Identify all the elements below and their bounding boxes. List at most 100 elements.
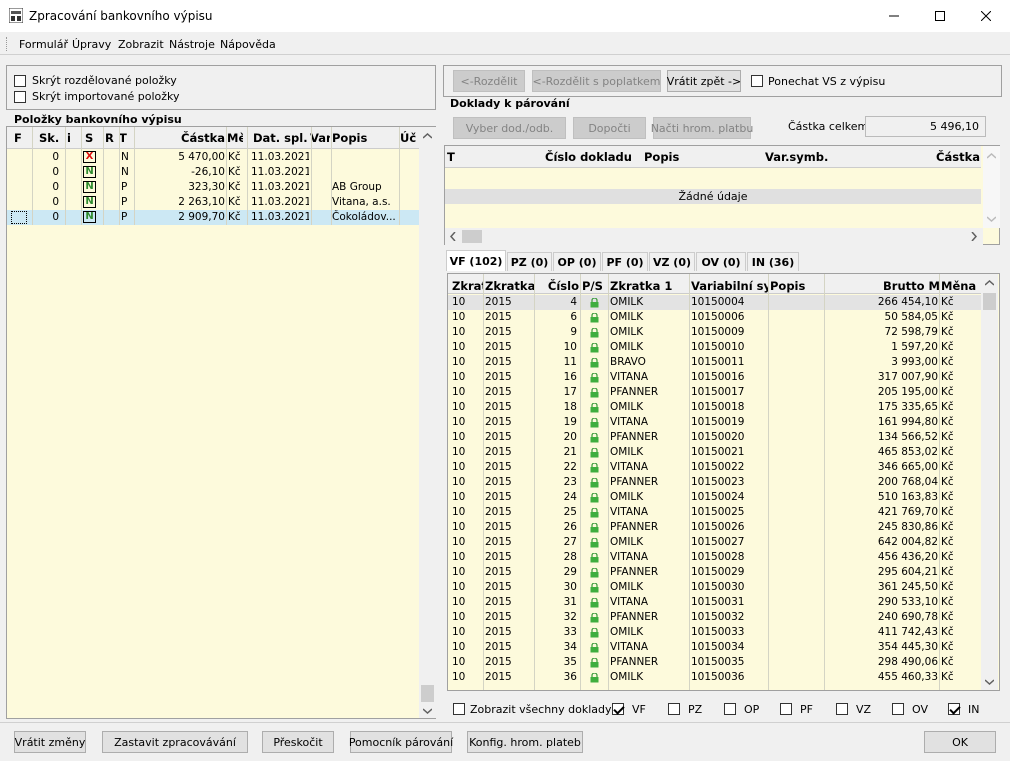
filter-vz-checkbox[interactable] [836, 703, 848, 715]
tab-op[interactable]: OP (0) [553, 252, 601, 271]
table-row[interactable]: 10 2015 28 VITANA 10150028 456 436,20 Kč [448, 550, 981, 565]
table-row[interactable]: 10 2015 18 OMILK 10150018 175 335,65 Kč [448, 400, 981, 415]
inv-scroll-thumb[interactable] [983, 293, 996, 310]
menu-upravy[interactable]: Úpravy [72, 38, 111, 51]
table-row[interactable]: 10 2015 4 OMILK 10150004 266 454,10 Kč [448, 295, 981, 310]
table-row[interactable]: 10 2015 36 OMILK 10150036 455 460,33 Kč [448, 670, 981, 685]
invoices-vscrollbar[interactable] [981, 274, 998, 690]
close-button[interactable] [963, 0, 1009, 32]
filter-vf-checkbox[interactable] [612, 703, 624, 715]
keep-vs-checkbox[interactable] [751, 75, 763, 87]
col-var[interactable]: Var [310, 131, 330, 145]
table-row[interactable]: 10 2015 6 OMILK 10150006 50 584,05 Kč [448, 310, 981, 325]
stop-processing-button[interactable]: Zastavit zpracovávání [102, 731, 248, 753]
filter-op-checkbox[interactable] [724, 703, 736, 715]
docs-vscrollbar[interactable] [983, 146, 1000, 228]
table-row[interactable]: 10 2015 23 PFANNER 10150023 200 768,04 Kč [448, 475, 981, 490]
show-all-checkbox[interactable] [453, 703, 465, 715]
col-datum[interactable]: Dat. spl. [253, 131, 311, 145]
table-row[interactable]: 10 2015 26 PFANNER 10150026 245 830,86 Kč [448, 520, 981, 535]
split-with-fee-button[interactable]: <-Rozdělit s poplatkem [532, 70, 661, 92]
table-row[interactable]: 10 2015 20 PFANNER 10150020 134 566,52 Kč [448, 430, 981, 445]
table-row[interactable]: 10 2015 17 PFANNER 10150017 205 195,00 Kč [448, 385, 981, 400]
table-row[interactable]: 10 2015 10 OMILK 10150010 1 597,20 Kč [448, 340, 981, 355]
hide-split-checkbox[interactable] [14, 75, 26, 87]
menu-formular[interactable]: Formulář [19, 38, 68, 51]
tab-ov[interactable]: OV (0) [696, 252, 746, 271]
docs-col-popis[interactable]: Popis [644, 150, 679, 164]
table-row[interactable]: 10 2015 24 OMILK 10150024 510 163,83 Kč [448, 490, 981, 505]
col-castka[interactable]: Částka [135, 131, 225, 145]
table-row[interactable]: 0 N P 323,30 Kč 11.03.2021 AB Group [7, 180, 419, 195]
table-row[interactable]: 0NP2 263,10 Kč 11.03.2021 Vitana, a.s. [7, 195, 419, 210]
filter-pz-checkbox[interactable] [668, 703, 680, 715]
tab-pz[interactable]: PZ (0) [507, 252, 552, 271]
menu-nastroje[interactable]: Nástroje [169, 38, 215, 51]
col-i[interactable]: i [67, 131, 77, 145]
select-partner-button[interactable]: Vyber dod./odb. [453, 117, 566, 139]
table-row[interactable]: 10 2015 11 BRAVO 10150011 3 993,00 Kč [448, 355, 981, 370]
table-row[interactable]: 10 2015 30 OMILK 10150030 361 245,50 Kč [448, 580, 981, 595]
revert-button[interactable]: Vrátit zpět -> [667, 70, 741, 92]
revert-changes-button[interactable]: Vrátit změny [14, 731, 86, 753]
table-row[interactable]: 0 N N -26,10 Kč 11.03.2021 [7, 165, 419, 180]
items-scroll-thumb[interactable] [421, 685, 434, 702]
inv-col-zkratka[interactable]: Zkratka [485, 279, 535, 293]
docs-col-t[interactable]: T [447, 150, 455, 164]
hide-imported-checkbox[interactable] [14, 91, 26, 103]
table-row[interactable]: 0XN5 470,00 Kč 11.03.2021 [7, 150, 419, 165]
col-f[interactable]: F [14, 131, 26, 145]
split-button[interactable]: <-Rozdělit [453, 70, 525, 92]
load-bulk-payment-button[interactable]: Načti hrom. platbu [651, 117, 753, 139]
table-row[interactable]: 10 2015 34 VITANA 10150034 354 445,30 Kč [448, 640, 981, 655]
inv-col-popis[interactable]: Popis [770, 279, 820, 293]
filter-pf-checkbox[interactable] [780, 703, 792, 715]
docs-col-castka[interactable]: Částka [905, 150, 980, 164]
table-row[interactable]: 10 2015 29 PFANNER 10150029 295 604,21 Kč [448, 565, 981, 580]
bulk-payment-config-button[interactable]: Konfig. hrom. plateb [467, 731, 583, 753]
filter-in-checkbox[interactable] [948, 703, 960, 715]
docs-hscrollbar[interactable] [445, 228, 983, 245]
col-popis[interactable]: Popis [332, 131, 392, 145]
filter-ov-checkbox[interactable] [892, 703, 904, 715]
table-row[interactable]: 10 2015 33 OMILK 10150033 411 742,43 Kč [448, 625, 981, 640]
table-row[interactable]: 10 2015 9 OMILK 10150009 72 598,79 Kč [448, 325, 981, 340]
table-row[interactable]: 10 2015 31 VITANA 10150031 290 533,10 Kč [448, 595, 981, 610]
table-row[interactable]: 10 2015 27 OMILK 10150027 642 004,82 Kč [448, 535, 981, 550]
table-row[interactable]: 0NP2 909,70 Kč 11.03.2021 Čokoládov... [7, 210, 419, 225]
complete-button[interactable]: Dopočti [573, 117, 646, 139]
inv-col-cislo[interactable]: Číslo [536, 279, 579, 293]
tab-vf[interactable]: VF (102) [446, 250, 506, 271]
minimize-button[interactable] [871, 0, 917, 32]
inv-col-zkratka1[interactable]: Zkratka 1 [610, 279, 690, 293]
table-row[interactable]: 10 2015 35 PFANNER 10150035 298 490,06 Kč [448, 655, 981, 670]
col-r[interactable]: R [105, 131, 117, 145]
table-row[interactable]: 10 2015 22 VITANA 10150022 346 665,00 Kč [448, 460, 981, 475]
docs-col-vs[interactable]: Var.symb. [765, 150, 828, 164]
maximize-button[interactable] [917, 0, 963, 32]
inv-col-vs[interactable]: Variabilní sy [691, 279, 769, 293]
col-sk[interactable]: Sk. [39, 131, 61, 145]
items-vscrollbar[interactable] [419, 127, 436, 718]
docs-hscroll-thumb[interactable] [462, 230, 482, 243]
col-t[interactable]: T [119, 131, 133, 145]
inv-col-ps[interactable]: P/S [582, 279, 608, 293]
menu-napoveda[interactable]: Nápověda [220, 38, 276, 51]
inv-col-brutto[interactable]: Brutto M [827, 279, 940, 293]
col-mena[interactable]: Mě [227, 131, 243, 145]
tab-vz[interactable]: VZ (0) [649, 252, 695, 271]
table-row[interactable]: 10 2015 16 VITANA 10150016 317 007,90 Kč [448, 370, 981, 385]
inv-col-zkrat[interactable]: Zkrat [452, 279, 484, 293]
col-s[interactable]: S [85, 131, 99, 145]
skip-button[interactable]: Přeskočit [262, 731, 334, 753]
table-row[interactable]: 10 2015 21 OMILK 10150021 465 853,02 Kč [448, 445, 981, 460]
table-row[interactable]: 10 2015 25 VITANA 10150025 421 769,70 Kč [448, 505, 981, 520]
menu-zobrazit[interactable]: Zobrazit [118, 38, 164, 51]
ok-button[interactable]: OK [924, 731, 996, 753]
table-row[interactable]: 10 2015 19 VITANA 10150019 161 994,80 Kč [448, 415, 981, 430]
tab-in[interactable]: IN (36) [747, 252, 799, 271]
col-uc[interactable]: Úč [400, 131, 418, 145]
tab-pf[interactable]: PF (0) [602, 252, 648, 271]
inv-col-mena[interactable]: Měna [941, 279, 979, 293]
table-row[interactable]: 10 2015 32 PFANNER 10150032 240 690,78 Kč [448, 610, 981, 625]
